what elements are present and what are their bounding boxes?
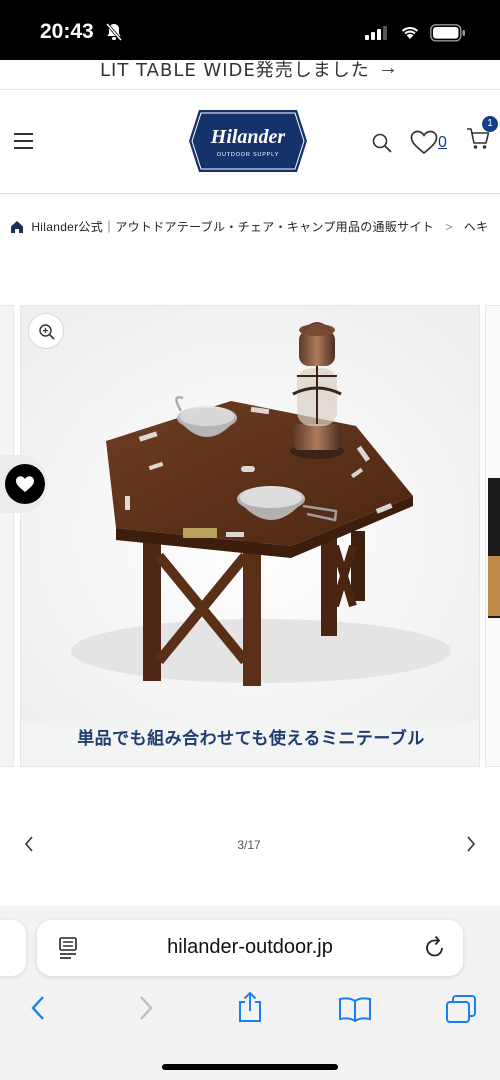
breadcrumb: Hilander公式｜アウトドアテーブル・チェア・キャンプ用品の通販サイト > … — [10, 218, 500, 240]
zoom-icon — [39, 324, 55, 340]
logo-subtext: OUTDOOR SUPPLY — [217, 152, 279, 158]
url-text[interactable]: hilander-outdoor.jp — [37, 936, 463, 959]
slide-caption: 単品でも組み合わせても使えるミニテーブル — [77, 729, 425, 749]
heart-icon[interactable] — [410, 130, 438, 155]
wifi-icon — [402, 26, 418, 39]
bell-slash-icon — [105, 23, 123, 41]
address-bar[interactable]: hilander-outdoor.jp — [37, 920, 463, 976]
status-bar: 20:43 — [0, 0, 500, 60]
bookmarks-icon[interactable] — [338, 996, 372, 1022]
status-time: 20:43 — [40, 20, 94, 43]
home-indicator — [162, 1064, 338, 1070]
chevron-right-icon[interactable] — [464, 834, 478, 854]
favorite-icon — [16, 476, 34, 492]
zoom-button[interactable] — [28, 313, 64, 349]
home-icon[interactable] — [10, 220, 24, 234]
logo[interactable]: Hilander OUTDOOR SUPPLY — [189, 110, 307, 172]
reload-icon[interactable] — [424, 935, 446, 959]
share-icon[interactable] — [236, 991, 264, 1023]
previous-tab-peek[interactable] — [0, 920, 26, 976]
tabs-icon[interactable] — [445, 994, 477, 1024]
back-icon[interactable] — [30, 995, 46, 1021]
signal-icon — [365, 26, 387, 40]
site-header: Hilander OUTDOOR SUPPLY 0 — [0, 92, 500, 194]
menu-icon[interactable] — [14, 133, 33, 151]
product-image[interactable] — [21, 306, 480, 721]
slide-counter: 3/17 — [237, 838, 261, 852]
breadcrumb-separator: > — [445, 219, 453, 234]
product-gallery[interactable]: 単品でも組み合わせても使えるミニテーブル — [0, 305, 500, 770]
next-slide-peek[interactable] — [485, 305, 500, 767]
previous-slide-peek[interactable] — [0, 305, 14, 767]
announcement-text[interactable]: LIT TABLE WIDE発売しました — [100, 60, 370, 82]
search-icon[interactable] — [371, 132, 393, 154]
current-slide[interactable]: 単品でも組み合わせても使えるミニテーブル — [20, 305, 480, 767]
breadcrumb-current: ヘキ — [463, 220, 489, 234]
logo-text: Hilander — [210, 126, 286, 148]
forward-icon[interactable] — [138, 995, 154, 1021]
battery-icon — [430, 24, 465, 42]
chevron-left-icon[interactable] — [22, 834, 36, 854]
browser-toolbar: hilander-outdoor.jp — [0, 906, 500, 1080]
cart-count-badge: 1 — [482, 116, 498, 132]
breadcrumb-home-link[interactable]: Hilander公式｜アウトドアテーブル・チェア・キャンプ用品の通販サイト — [31, 220, 434, 234]
wishlist-count[interactable]: 0 — [438, 134, 447, 152]
arrow-right-icon: → — [378, 60, 398, 79]
announcement-bar[interactable]: LIT TABLE WIDE発売しました → — [0, 60, 500, 90]
